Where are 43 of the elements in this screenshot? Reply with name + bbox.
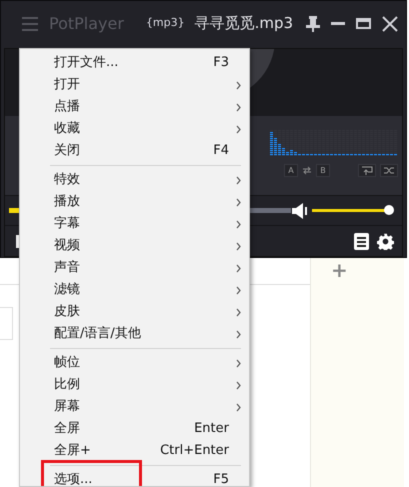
menu-item[interactable]: 全屏+ Ctrl+Enter <box>20 440 249 462</box>
menu-item[interactable]: 特效 <box>20 169 249 191</box>
menu-item[interactable]: 帧位 <box>20 352 249 374</box>
menu-item[interactable]: 打开文件... F3 <box>20 52 249 74</box>
menu-item[interactable]: 字幕 <box>20 213 249 235</box>
maximize-icon[interactable] <box>356 18 371 29</box>
menu-item[interactable]: 比例 <box>20 374 249 396</box>
shortcut-label: Ctrl+Enter <box>160 442 229 460</box>
menu-item[interactable]: 视频 <box>20 235 249 257</box>
shuffle-button[interactable] <box>380 164 398 177</box>
shortcut-label: F4 <box>213 142 229 160</box>
shortcut-label: F3 <box>213 54 229 72</box>
shortcut-label: Enter <box>194 420 229 438</box>
settings-icon[interactable] <box>377 232 394 250</box>
volume-icon[interactable] <box>292 202 308 218</box>
b-point-button[interactable]: B <box>316 164 330 177</box>
menu-item[interactable]: 全屏 Enter <box>20 418 249 440</box>
shortcut-label: F5 <box>213 471 229 486</box>
menu-item[interactable]: 屏幕 <box>20 396 249 418</box>
playlist-add-button[interactable] <box>358 164 376 177</box>
menu-item[interactable]: 声音 <box>20 257 249 279</box>
repeat-icon[interactable] <box>302 166 312 175</box>
close-icon[interactable] <box>382 16 398 32</box>
menu-item[interactable]: 皮肤 <box>20 301 249 323</box>
a-point-button[interactable]: A <box>284 164 298 177</box>
playlist-add-icon <box>361 166 373 175</box>
menu-item[interactable]: 滤镜 <box>20 279 249 301</box>
format-label: {mp3} <box>146 15 185 32</box>
volume-slider[interactable] <box>312 206 396 216</box>
file-name: 寻寻觅觅.mp3 <box>194 13 294 34</box>
menu-item[interactable]: 点播 <box>20 96 249 118</box>
menu-item[interactable]: 收藏 <box>20 118 249 140</box>
control-icon[interactable] <box>16 234 19 248</box>
playlist-icon[interactable] <box>354 232 369 250</box>
input-field[interactable] <box>0 307 13 340</box>
shuffle-icon <box>383 166 395 175</box>
menu-item[interactable]: 播放 <box>20 191 249 213</box>
menu-item[interactable]: 配置/语言/其他 <box>20 323 249 345</box>
menu-item[interactable]: 打开 <box>20 74 249 96</box>
pin-icon[interactable] <box>306 16 320 32</box>
menu-item[interactable]: 关闭 F4 <box>20 140 249 162</box>
menu-item[interactable]: 选项... F5 <box>20 469 249 486</box>
app-name: PotPlayer <box>49 12 124 34</box>
